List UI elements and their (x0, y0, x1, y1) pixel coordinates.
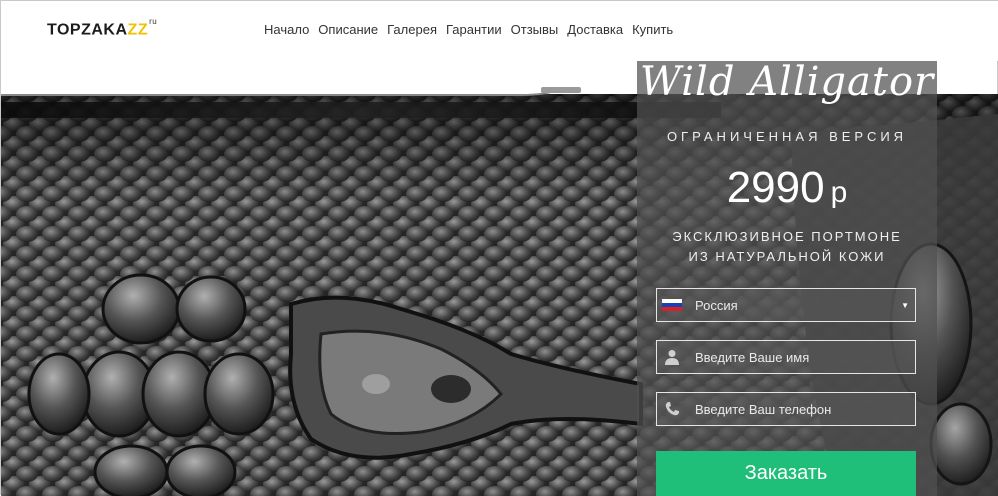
site-header: TOPZAKAZZru Начало Описание Галерея Гара… (1, 1, 998, 61)
nav-item-description[interactable]: Описание (318, 22, 378, 37)
price-value: 2990 (726, 163, 825, 212)
main-nav: Начало Описание Галерея Гарантии Отзывы … (264, 22, 673, 37)
user-icon (657, 341, 687, 373)
nav-item-gallery[interactable]: Галерея (387, 22, 437, 37)
phone-icon (657, 393, 687, 425)
price-currency: р (830, 176, 848, 209)
product-price: 2990 р (637, 163, 937, 213)
nav-item-delivery[interactable]: Доставка (567, 22, 623, 37)
nav-item-buy[interactable]: Купить (632, 22, 673, 37)
product-title: Wild Alligator (639, 59, 935, 105)
logo-text: TOPZAKA (47, 21, 128, 39)
phone-placeholder: Введите Ваш телефон (695, 401, 832, 417)
chevron-down-icon: ▼ (901, 300, 909, 310)
site-logo[interactable]: TOPZAKAZZru (47, 17, 157, 39)
logo-tld: ru (149, 17, 158, 26)
name-input[interactable]: Введите Ваше имя (656, 340, 916, 374)
nav-item-start[interactable]: Начало (264, 22, 309, 37)
name-placeholder: Введите Ваше имя (695, 349, 810, 365)
phone-input[interactable]: Введите Ваш телефон (656, 392, 916, 426)
country-select[interactable]: Россия ▼ (656, 288, 916, 322)
country-value: Россия (695, 297, 738, 313)
russia-flag-icon (657, 289, 687, 321)
nav-item-reviews[interactable]: Отзывы (511, 22, 559, 37)
nav-item-guarantees[interactable]: Гарантии (446, 22, 502, 37)
product-edition: ОГРАНИЧЕННАЯ ВЕРСИЯ (666, 129, 908, 144)
description-line-1: ЭКСКЛЮЗИВНОЕ ПОРТМОНЕ (672, 229, 902, 244)
logo-accent: ZZ (127, 21, 149, 39)
order-panel: Wild Alligator ОГРАНИЧЕННАЯ ВЕРСИЯ 2990 р… (637, 49, 937, 496)
order-button[interactable]: Заказать (656, 451, 916, 496)
wallet-zipper-edge (1, 87, 581, 96)
description-line-2: ИЗ НАТУРАЛЬНОЙ КОЖИ (688, 249, 886, 264)
product-description: ЭКСКЛЮЗИВНОЕ ПОРТМОНЕ ИЗ НАТУРАЛЬНОЙ КОЖ… (637, 227, 937, 267)
